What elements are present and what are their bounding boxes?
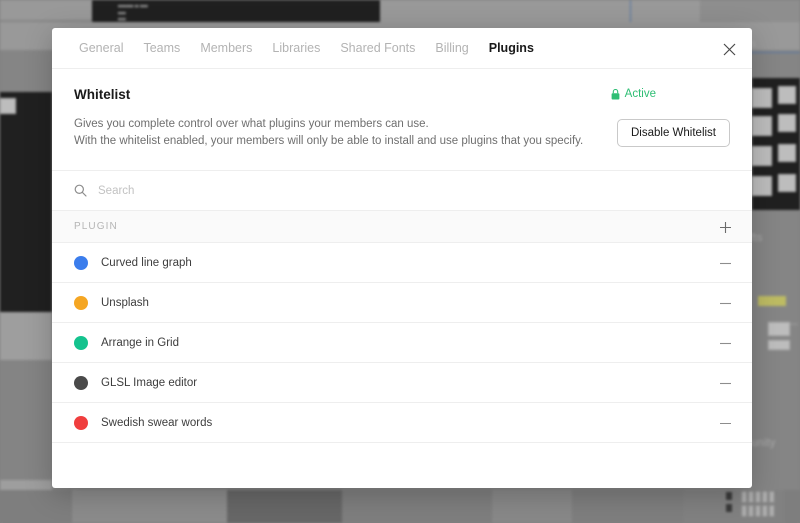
- plugin-name: GLSL Image editor: [101, 376, 198, 389]
- lock-icon: [611, 88, 620, 100]
- tab-teams[interactable]: Teams: [133, 28, 190, 68]
- settings-modal: General Teams Members Libraries Shared F…: [52, 28, 752, 488]
- plugin-color-dot: [74, 335, 88, 350]
- plugin-name: Arrange in Grid: [101, 336, 179, 349]
- minus-icon[interactable]: [716, 414, 734, 432]
- tab-shared-fonts[interactable]: Shared Fonts: [330, 28, 425, 68]
- plugin-color-dot: [74, 375, 88, 390]
- whitelist-header: Whitelist Gives you complete control ove…: [52, 69, 752, 171]
- search-icon: [74, 184, 87, 197]
- table-row[interactable]: Curved line graph: [52, 243, 752, 283]
- plugin-color-dot: [74, 295, 88, 310]
- plugin-color-dot: [74, 415, 88, 430]
- plugin-name: Unsplash: [101, 296, 149, 309]
- table-row[interactable]: GLSL Image editor: [52, 363, 752, 403]
- table-row[interactable]: Unsplash: [52, 283, 752, 323]
- plugin-list: Curved line graph Unsplash Arrange in Gr…: [52, 243, 752, 488]
- table-row[interactable]: Arrange in Grid: [52, 323, 752, 363]
- plugin-name: Curved line graph: [101, 256, 192, 269]
- search-row: [52, 171, 752, 211]
- tab-plugins[interactable]: Plugins: [479, 28, 544, 68]
- minus-icon[interactable]: [716, 254, 734, 272]
- search-input[interactable]: [98, 184, 518, 197]
- table-row[interactable]: Swedish swear words: [52, 403, 752, 443]
- plugin-list-header: PLUGIN: [52, 211, 752, 243]
- disable-whitelist-button[interactable]: Disable Whitelist: [617, 119, 730, 147]
- plugin-column-label: PLUGIN: [74, 221, 118, 232]
- close-icon[interactable]: [718, 38, 740, 60]
- tab-billing[interactable]: Billing: [425, 28, 478, 68]
- minus-icon[interactable]: [716, 374, 734, 392]
- plus-icon[interactable]: [716, 218, 734, 236]
- tab-members[interactable]: Members: [190, 28, 262, 68]
- tab-libraries[interactable]: Libraries: [262, 28, 330, 68]
- modal-tabbar: General Teams Members Libraries Shared F…: [52, 28, 752, 69]
- status-label: Active: [624, 88, 656, 100]
- plugin-color-dot: [74, 255, 88, 270]
- plugin-name: Swedish swear words: [101, 416, 213, 429]
- minus-icon[interactable]: [716, 294, 734, 312]
- minus-icon[interactable]: [716, 334, 734, 352]
- status-badge: Active: [611, 88, 656, 100]
- tab-general[interactable]: General: [69, 28, 133, 68]
